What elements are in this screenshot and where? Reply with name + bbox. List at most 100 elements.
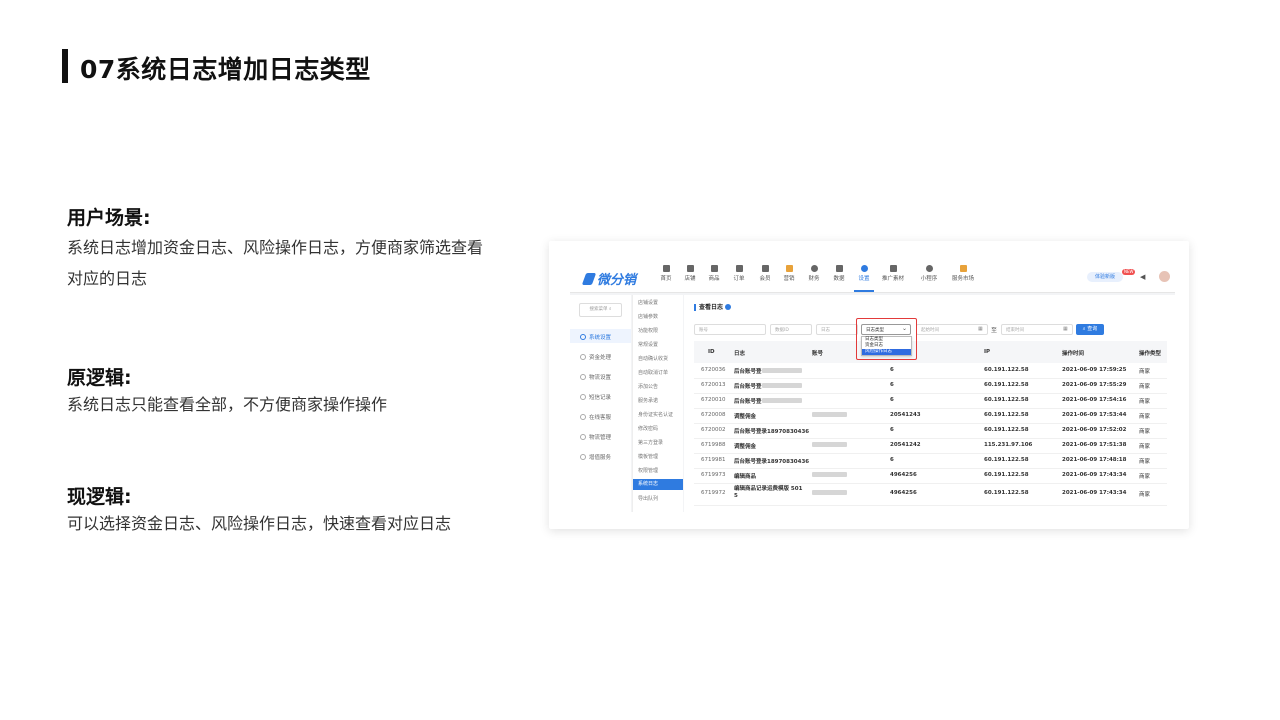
help-icon[interactable] xyxy=(725,304,732,310)
cell-log: 后台账号登录18970830436 xyxy=(734,459,810,465)
cell-type: 商家 xyxy=(1139,459,1151,465)
cell-log-text: 后台账号登 xyxy=(734,369,762,375)
cell-ip: 60.191.122.58 xyxy=(984,472,1029,478)
slide-title: 07系统日志增加日志类型 xyxy=(80,55,371,84)
sidebar-item-funds[interactable]: 资金处理 xyxy=(580,353,611,361)
nav-label: 营销 xyxy=(783,276,795,282)
sidebar-item-system-settings[interactable]: 系统设置 xyxy=(580,333,611,341)
subnav-item[interactable]: 店铺设置 xyxy=(638,299,658,306)
sidebar-item-logistics-settings[interactable]: 物流设置 xyxy=(580,373,611,381)
cell-data: 4964256 xyxy=(890,472,917,478)
page-title-text: 查看日志 xyxy=(699,304,724,311)
subnav-item[interactable]: 服务承诺 xyxy=(638,397,658,404)
cell-id: 6720013 xyxy=(701,382,726,388)
table-row: 6720002 后台账号登录18970830436 6 60.191.122.5… xyxy=(694,423,1167,439)
plus-icon xyxy=(580,454,586,460)
chart-icon xyxy=(835,265,843,272)
nav-settings[interactable]: 设置 xyxy=(852,265,876,292)
subnav-item[interactable]: 添加公告 xyxy=(638,383,658,390)
query-button[interactable]: ⌕ 查询 xyxy=(1076,324,1104,335)
subnav-item[interactable]: 身份证实名认证 xyxy=(638,411,673,418)
cell-account xyxy=(812,472,847,479)
screenshot-card: 微分销 首页 店铺 商品 订单 会员 营销 财务 数据 设置 推广素材 小程序 … xyxy=(549,241,1189,529)
primary-sidebar: 搜索菜单 ⌕ 系统设置 资金处理 物流设置 短信记录 在线客服 物流管理 增值服… xyxy=(570,295,631,512)
sidebar-search-input[interactable]: 搜索菜单 ⌕ xyxy=(579,303,622,317)
calendar-icon[interactable]: ▦ xyxy=(1063,326,1068,332)
new-badge: NEW xyxy=(1122,269,1136,275)
nav-home[interactable]: 首页 xyxy=(654,265,678,282)
miniapp-icon xyxy=(925,265,933,272)
nav-goods[interactable]: 商品 xyxy=(702,265,726,282)
sidebar-item-sms[interactable]: 短信记录 xyxy=(580,393,611,401)
cell-type: 商家 xyxy=(1139,414,1151,420)
cell-ip: 60.191.122.58 xyxy=(984,427,1029,433)
subnav-item[interactable]: 权限管理 xyxy=(638,467,658,474)
subnav-item[interactable]: 常规设置 xyxy=(638,341,658,348)
subnav-item[interactable]: 自动取消订单 xyxy=(638,369,668,376)
app-window: 微分销 首页 店铺 商品 订单 会员 营销 财务 数据 设置 推广素材 小程序 … xyxy=(570,262,1175,512)
cell-log-text: 后台账号登 xyxy=(734,399,762,405)
table-row: 6719973 编辑商品 4964256 60.191.122.58 2021-… xyxy=(694,468,1167,484)
cell-id: 6719988 xyxy=(701,442,726,448)
cell-id: 6720002 xyxy=(701,427,726,433)
cell-type: 商家 xyxy=(1139,429,1151,435)
table-row: 6719981 后台账号登录18970830436 6 60.191.122.5… xyxy=(694,453,1167,469)
account-input[interactable]: 账号 xyxy=(694,324,766,335)
cell-ip: 60.191.122.58 xyxy=(984,382,1029,388)
calendar-icon[interactable]: ▦ xyxy=(978,326,983,332)
logistics-icon xyxy=(580,374,586,380)
sidebar-item-logistics-manage[interactable]: 物流管理 xyxy=(580,433,611,441)
cell-log: 后台账号登 xyxy=(734,382,802,390)
subnav-item-system-log[interactable]: 系统日志 xyxy=(633,479,683,490)
cell-account xyxy=(812,412,847,419)
col-id: ID xyxy=(708,349,715,355)
nav-label: 设置 xyxy=(858,276,870,282)
cell-type: 商家 xyxy=(1139,384,1151,390)
nav-label: 订单 xyxy=(733,276,745,282)
avatar[interactable] xyxy=(1159,271,1170,282)
subnav-item[interactable]: 导出队列 xyxy=(638,495,658,502)
subnav-item[interactable]: 功能权限 xyxy=(638,327,658,334)
cell-ip: 60.191.122.58 xyxy=(984,367,1029,373)
goods-icon xyxy=(710,265,718,272)
sidebar-item-label: 资金处理 xyxy=(589,355,612,361)
log-input[interactable]: 日志 xyxy=(816,324,858,335)
col-time: 操作时间 xyxy=(1062,351,1085,357)
trial-label: 体验新版 xyxy=(1094,274,1115,280)
subnav-item[interactable]: 店铺参数 xyxy=(638,313,658,320)
nav-label: 推广素材 xyxy=(881,276,904,282)
redacted-block xyxy=(761,368,802,373)
nav-label: 小程序 xyxy=(920,276,938,282)
sms-icon xyxy=(580,394,586,400)
nav-miniapp[interactable]: 小程序 xyxy=(916,265,942,282)
nav-data[interactable]: 数据 xyxy=(827,265,851,282)
subnav-item[interactable]: 自动确认收货 xyxy=(638,355,668,362)
trial-new-version-button[interactable]: 体验新版 xyxy=(1087,272,1123,282)
nav-promo[interactable]: 推广素材 xyxy=(878,265,908,282)
nav-members[interactable]: 会员 xyxy=(753,265,777,282)
data-id-input[interactable]: 数据ID xyxy=(770,324,812,335)
nav-marketing[interactable]: 营销 xyxy=(777,265,801,282)
nav-orders[interactable]: 订单 xyxy=(727,265,751,282)
cell-data: 20541242 xyxy=(890,442,921,448)
nav-finance[interactable]: 财务 xyxy=(802,265,826,282)
speaker-icon[interactable]: ◀ xyxy=(1140,273,1145,281)
subnav-item[interactable]: 模板管理 xyxy=(638,453,658,460)
nav-label: 会员 xyxy=(759,276,771,282)
sidebar-item-online-service[interactable]: 在线客服 xyxy=(580,413,611,421)
section-text-scenario: 系统日志增加资金日志、风险操作日志，方便商家筛选查看对应的日志 xyxy=(67,238,484,288)
settings-icon xyxy=(580,334,586,340)
table-header: ID 日志 账号 IP 操作时间 操作类型 xyxy=(694,341,1167,363)
cell-id: 6720008 xyxy=(701,412,726,418)
cell-data: 6 xyxy=(890,427,894,433)
subnav-item[interactable]: 修改密码 xyxy=(638,425,658,432)
share-icon xyxy=(889,265,897,272)
subnav-item[interactable]: 第三方登录 xyxy=(638,439,663,446)
sidebar-item-value-added[interactable]: 增值服务 xyxy=(580,453,611,461)
cell-ip: 60.191.122.58 xyxy=(984,457,1029,463)
cell-time: 2021-06-09 17:48:18 xyxy=(1062,457,1127,463)
service-icon xyxy=(580,414,586,420)
nav-shop[interactable]: 店铺 xyxy=(678,265,702,282)
nav-market[interactable]: 服务市场 xyxy=(948,265,978,282)
cell-time: 2021-06-09 17:55:29 xyxy=(1062,382,1127,388)
